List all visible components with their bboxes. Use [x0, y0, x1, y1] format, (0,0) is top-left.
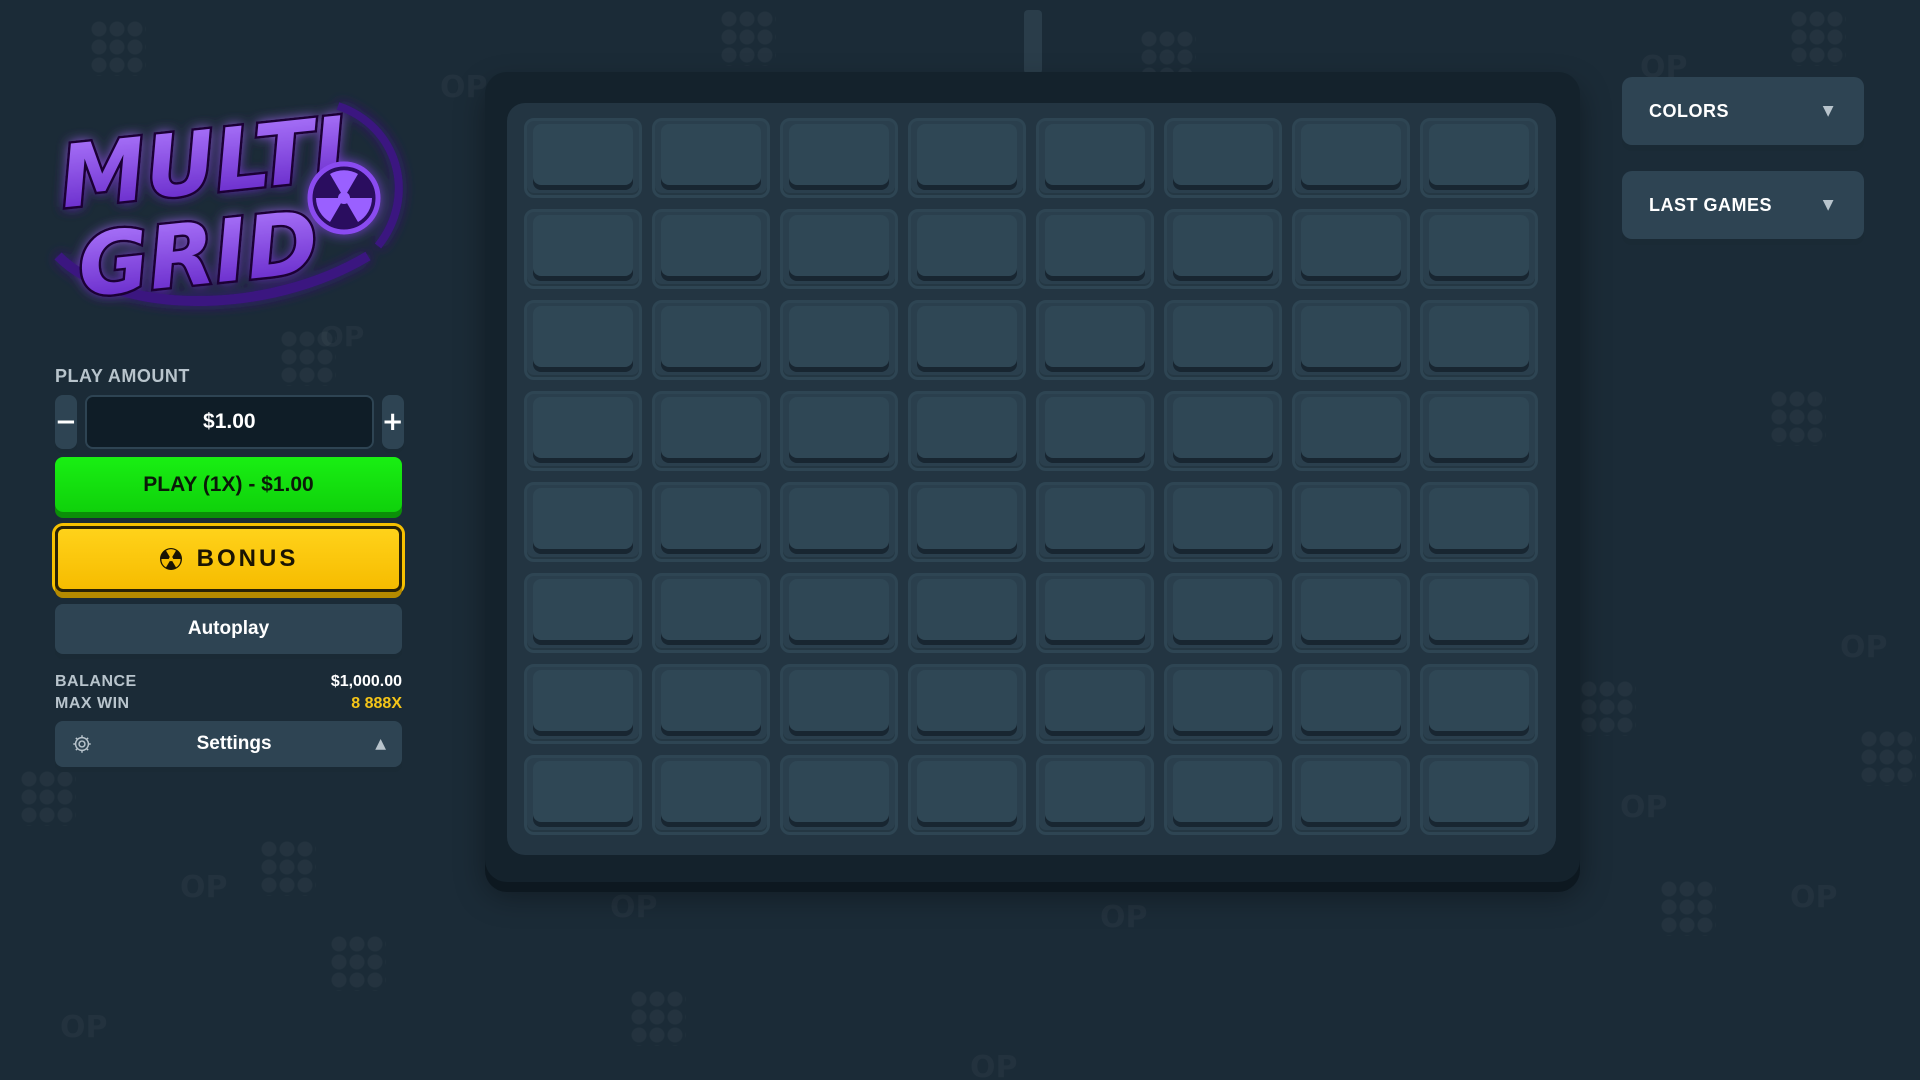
grid-cell[interactable] [1036, 209, 1154, 289]
grid-cell[interactable] [908, 482, 1026, 562]
board-handle [1024, 10, 1042, 74]
grid-cell[interactable] [780, 573, 898, 653]
bonus-button[interactable]: BONUS [55, 526, 402, 592]
grid-cell[interactable] [780, 482, 898, 562]
play-button[interactable]: PLAY (1X) - $1.00 [55, 457, 402, 512]
grid-cell[interactable] [1036, 391, 1154, 471]
grid-cell[interactable] [652, 391, 770, 471]
grid-cell[interactable] [524, 664, 642, 744]
grid-cell[interactable] [1164, 755, 1282, 835]
grid-cell[interactable] [908, 300, 1026, 380]
grid-cell[interactable] [652, 755, 770, 835]
grid-cell[interactable] [1292, 391, 1410, 471]
grid-cell[interactable] [1292, 209, 1410, 289]
multi-grid-logo: MULTI GRID [38, 86, 428, 326]
grid-cell[interactable] [1420, 573, 1538, 653]
grid-cell[interactable] [1292, 118, 1410, 198]
grid-cell[interactable] [1164, 118, 1282, 198]
grid-cell[interactable] [780, 209, 898, 289]
grid-cell[interactable] [908, 118, 1026, 198]
game-board [507, 103, 1556, 855]
colors-dropdown[interactable]: COLORS ▼ [1622, 77, 1864, 145]
grid-cell[interactable] [524, 755, 642, 835]
last-games-dropdown-label: LAST GAMES [1649, 194, 1773, 215]
balance-row: BALANCE $1,000.00 [55, 671, 402, 693]
bet-panel: PLAY AMOUNT − + PLAY (1X) - $1.00 BONUS … [55, 366, 404, 767]
increase-amount-button[interactable]: + [381, 395, 404, 449]
grid-cell[interactable] [780, 118, 898, 198]
radiation-icon [159, 548, 182, 570]
stats: BALANCE $1,000.00 MAX WIN 8 888X [55, 671, 402, 715]
grid-cell[interactable] [1164, 482, 1282, 562]
grid-cell[interactable] [1420, 391, 1538, 471]
grid-cell[interactable] [908, 391, 1026, 471]
grid-cell[interactable] [524, 482, 642, 562]
grid-cell[interactable] [780, 300, 898, 380]
grid-cell[interactable] [1420, 482, 1538, 562]
grid-cell[interactable] [1420, 755, 1538, 835]
grid-cell[interactable] [908, 209, 1026, 289]
grid-cell[interactable] [524, 391, 642, 471]
colors-dropdown-label: COLORS [1649, 100, 1730, 121]
play-amount-input[interactable] [84, 395, 374, 449]
chevron-down-icon: ▼ [1822, 197, 1834, 213]
grid-cell[interactable] [1292, 755, 1410, 835]
grid-cell[interactable] [524, 209, 642, 289]
grid-cell[interactable] [524, 300, 642, 380]
grid-cell[interactable] [1292, 300, 1410, 380]
bonus-button-label: BONUS [196, 545, 299, 572]
grid-cell[interactable] [1036, 664, 1154, 744]
grid-cell[interactable] [1164, 391, 1282, 471]
grid-cell[interactable] [1292, 664, 1410, 744]
grid-cell[interactable] [1292, 573, 1410, 653]
grid-cell[interactable] [652, 482, 770, 562]
grid-cell[interactable] [1164, 300, 1282, 380]
grid-cell[interactable] [652, 209, 770, 289]
chevron-down-icon: ▼ [1822, 103, 1834, 119]
grid-cell[interactable] [1164, 664, 1282, 744]
gear-icon [73, 735, 91, 753]
grid-cell[interactable] [1036, 573, 1154, 653]
grid-cell[interactable] [908, 755, 1026, 835]
grid-cell[interactable] [1420, 664, 1538, 744]
grid-cell[interactable] [524, 573, 642, 653]
balance-value: $1,000.00 [330, 673, 402, 690]
grid-cell[interactable] [1036, 755, 1154, 835]
grid-cell[interactable] [780, 664, 898, 744]
max-win-row: MAX WIN 8 888X [55, 693, 402, 715]
amount-row: − + [55, 395, 404, 449]
last-games-dropdown[interactable]: LAST GAMES ▼ [1622, 171, 1864, 239]
grid-cell[interactable] [1164, 209, 1282, 289]
settings-label: Settings [196, 733, 272, 754]
grid-cell[interactable] [1420, 209, 1538, 289]
grid-cell[interactable] [652, 664, 770, 744]
grid-cell[interactable] [1036, 118, 1154, 198]
grid-cell[interactable] [1036, 482, 1154, 562]
grid-cell[interactable] [1036, 300, 1154, 380]
balance-label: BALANCE [55, 673, 137, 690]
grid-cell[interactable] [524, 118, 642, 198]
grid-cell[interactable] [652, 573, 770, 653]
grid-cell[interactable] [780, 391, 898, 471]
grid-cell[interactable] [652, 118, 770, 198]
autoplay-button[interactable]: Autoplay [55, 604, 402, 654]
grid-cell[interactable] [652, 300, 770, 380]
grid-cell[interactable] [908, 664, 1026, 744]
max-win-value: 8 888X [351, 695, 402, 712]
grid [524, 118, 1539, 835]
decrease-amount-button[interactable]: − [55, 395, 77, 449]
max-win-label: MAX WIN [55, 695, 130, 712]
grid-cell[interactable] [780, 755, 898, 835]
chevron-up-icon: ▲ [375, 736, 386, 752]
settings-button[interactable]: Settings ▲ [55, 721, 402, 767]
grid-cell[interactable] [1420, 300, 1538, 380]
grid-cell[interactable] [908, 573, 1026, 653]
grid-cell[interactable] [1164, 573, 1282, 653]
grid-cell[interactable] [1420, 118, 1538, 198]
grid-cell[interactable] [1292, 482, 1410, 562]
play-amount-label: PLAY AMOUNT [55, 366, 190, 386]
